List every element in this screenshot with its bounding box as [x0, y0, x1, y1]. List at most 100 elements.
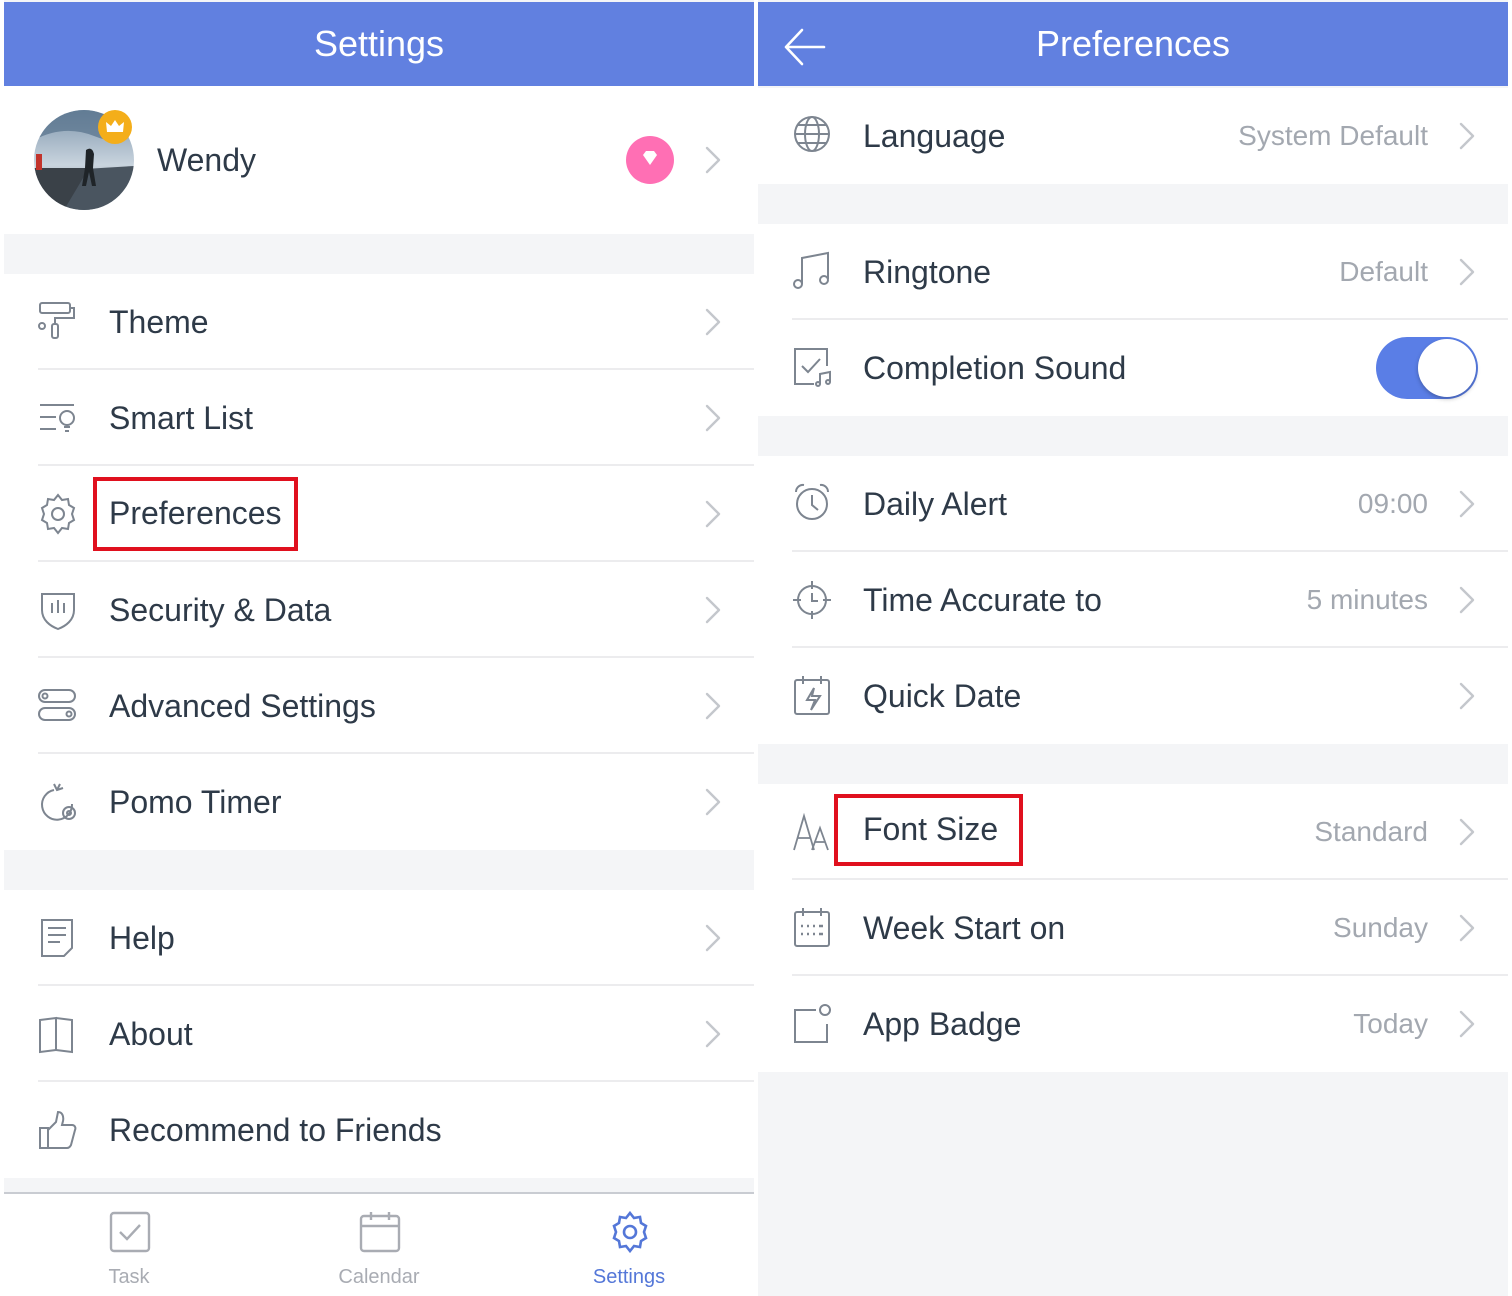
preferences-header: Preferences	[758, 2, 1508, 86]
chevron-right-icon	[705, 788, 721, 816]
gear-icon	[36, 492, 80, 536]
chevron-right-icon	[1459, 818, 1475, 846]
tab-label: Settings	[592, 1266, 666, 1288]
thumbs-up-icon	[36, 1108, 80, 1152]
smart-list-icon	[36, 396, 80, 440]
tab-calendar[interactable]: Calendar	[254, 1194, 504, 1296]
pref-row-ringtone[interactable]: Ringtone Default	[758, 224, 1508, 320]
pref-label: Completion Sound	[863, 350, 1127, 386]
pref-row-language[interactable]: Language System Default	[758, 88, 1508, 184]
pref-row-completion-sound: Completion Sound	[758, 320, 1508, 416]
chevron-right-icon	[705, 1020, 721, 1048]
menu-item-label: Pomo Timer	[109, 784, 282, 820]
chevron-right-icon	[705, 596, 721, 624]
pref-label: Time Accurate to	[863, 582, 1102, 618]
chevron-right-icon	[1459, 682, 1475, 710]
menu-item-label: Smart List	[109, 400, 254, 436]
globe-icon	[792, 114, 836, 158]
calendar-bolt-icon	[792, 674, 836, 718]
pref-row-font-size[interactable]: Font Size Standard	[758, 784, 1508, 880]
pref-label: Font Size	[833, 794, 1024, 866]
pref-label: Quick Date	[863, 678, 1022, 714]
music-note-icon	[792, 250, 836, 294]
calendar-week-icon	[792, 906, 836, 950]
document-icon	[36, 916, 80, 960]
app-badge-icon	[792, 1002, 836, 1046]
settings-group-general: Theme Smart List Preferences Security & …	[4, 274, 754, 850]
chevron-right-icon	[1459, 586, 1475, 614]
checkbox-icon	[108, 1210, 152, 1254]
preferences-group-sound: Ringtone Default Completion Sound	[758, 224, 1508, 416]
chevron-right-icon	[1459, 122, 1475, 150]
toggle-knob	[1418, 339, 1476, 397]
menu-item-recommend[interactable]: Recommend to Friends	[4, 1082, 754, 1178]
page-title: Settings	[313, 23, 445, 64]
menu-item-label: Recommend to Friends	[109, 1112, 442, 1148]
chevron-right-icon	[705, 924, 721, 952]
chevron-right-icon	[705, 404, 721, 432]
page-title: Preferences	[1035, 23, 1231, 64]
preferences-screen: Preferences Language System Default Ring…	[758, 0, 1508, 1296]
pref-row-quick-date[interactable]: Quick Date	[758, 648, 1508, 744]
pref-label: Ringtone	[863, 254, 992, 290]
diamond-icon[interactable]	[626, 136, 674, 184]
pref-label: Week Start on	[863, 910, 1066, 946]
completion-sound-toggle[interactable]	[1376, 337, 1478, 399]
menu-item-pomo-timer[interactable]: Pomo Timer	[4, 754, 754, 850]
settings-screen: Settings Wendy Theme Smart List Preferen…	[4, 0, 754, 1296]
menu-item-label: Advanced Settings	[109, 688, 376, 724]
pref-row-daily-alert[interactable]: Daily Alert 09:00	[758, 456, 1508, 552]
chevron-right-icon	[1459, 490, 1475, 518]
tab-label: Calendar	[338, 1266, 420, 1288]
chevron-right-icon	[1459, 914, 1475, 942]
chevron-right-icon	[1459, 1010, 1475, 1038]
pref-row-week-start[interactable]: Week Start on Sunday	[758, 880, 1508, 976]
menu-item-label: Security & Data	[109, 592, 332, 628]
preferences-group-language: Language System Default	[758, 88, 1508, 184]
menu-item-smart-list[interactable]: Smart List	[4, 370, 754, 466]
pref-value: Default	[1339, 256, 1428, 287]
calendar-icon	[358, 1210, 402, 1254]
tab-settings[interactable]: Settings	[504, 1194, 754, 1296]
profile-name: Wendy	[157, 142, 257, 178]
tab-task[interactable]: Task	[4, 1194, 254, 1296]
alarm-clock-icon	[792, 482, 836, 526]
shield-icon	[36, 588, 80, 632]
menu-item-advanced-settings[interactable]: Advanced Settings	[4, 658, 754, 754]
pref-value: Sunday	[1333, 912, 1428, 943]
chevron-right-icon	[705, 500, 721, 528]
chevron-right-icon	[705, 308, 721, 336]
book-icon	[36, 1012, 80, 1056]
toggles-icon	[36, 684, 80, 728]
pref-label: Daily Alert	[863, 486, 1008, 522]
chevron-right-icon	[1459, 258, 1475, 286]
menu-item-help[interactable]: Help	[4, 890, 754, 986]
crown-icon	[98, 110, 132, 144]
pref-value: Today	[1353, 1008, 1428, 1039]
pref-value: System Default	[1238, 120, 1428, 151]
pref-value: 09:00	[1357, 488, 1428, 519]
menu-item-preferences[interactable]: Preferences	[4, 466, 754, 562]
pref-row-app-badge[interactable]: App Badge Today	[758, 976, 1508, 1072]
gear-icon	[608, 1210, 652, 1254]
pref-value: 5 minutes	[1306, 584, 1428, 615]
settings-group-support: Help About Recommend to Friends	[4, 890, 754, 1178]
pref-row-time-accurate[interactable]: Time Accurate to 5 minutes	[758, 552, 1508, 648]
menu-item-label: Theme	[109, 304, 209, 340]
menu-item-label: About	[109, 1016, 193, 1052]
profile-row[interactable]: Wendy	[4, 86, 754, 234]
menu-item-label: Help	[109, 920, 175, 956]
chevron-right-icon	[705, 692, 721, 720]
pref-value: Standard	[1314, 816, 1428, 847]
tab-label: Task	[108, 1266, 150, 1288]
paint-roller-icon	[36, 300, 80, 344]
chevron-right-icon	[705, 146, 721, 174]
menu-item-about[interactable]: About	[4, 986, 754, 1082]
font-size-icon	[792, 810, 836, 854]
pref-label: Language	[863, 118, 1006, 154]
menu-item-security-data[interactable]: Security & Data	[4, 562, 754, 658]
preferences-group-display: Font Size Standard Week Start on Sunday	[758, 784, 1508, 1072]
menu-item-theme[interactable]: Theme	[4, 274, 754, 370]
menu-item-label: Preferences	[93, 477, 298, 551]
target-clock-icon	[792, 578, 836, 622]
